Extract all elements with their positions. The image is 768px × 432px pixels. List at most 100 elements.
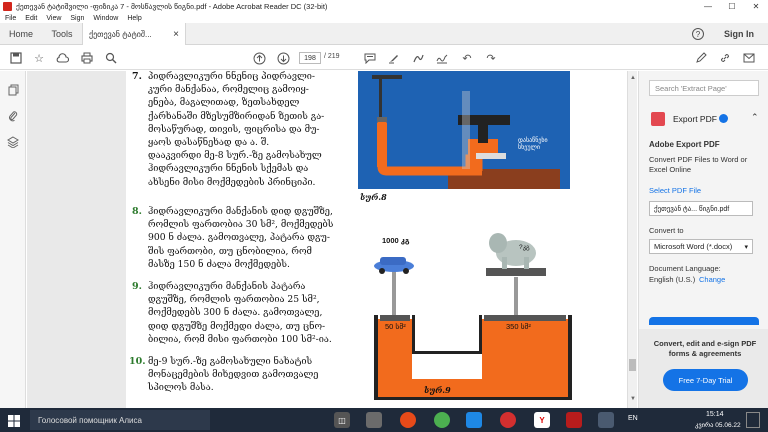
item-9-text: ჰიდრავლიკური მანქანის პატარა დგუშზე, რომ… xyxy=(148,280,332,346)
close-tab-icon[interactable]: × xyxy=(173,29,179,40)
window-title: ქეთევან ტატიშვილი -ფიზიკა 7 - მოსწავლის … xyxy=(16,2,328,11)
minimize-button[interactable]: — xyxy=(696,0,720,13)
figure-9-small-area: 50 სმ² xyxy=(385,322,406,331)
undo-icon[interactable]: ↶ xyxy=(460,51,474,65)
text-line: შის ფართობი, თუ ცნობილია, რომ xyxy=(148,245,312,257)
text-line: პიდრავლიკური ნნენიც პიდრავლი- xyxy=(148,71,315,82)
text-line: მოქმედებს 300 ნ ძალა. გამოთვალე, xyxy=(148,307,323,319)
menu-help[interactable]: Help xyxy=(127,15,141,22)
tab-tools[interactable]: Tools xyxy=(42,23,82,45)
menu-view[interactable]: View xyxy=(46,15,61,22)
page-number-input[interactable]: 198 xyxy=(299,52,321,64)
telegram-icon[interactable] xyxy=(466,412,482,428)
save-icon[interactable] xyxy=(9,51,23,65)
upload-cloud-icon[interactable] xyxy=(55,51,69,65)
text-line: 900 ნ ძალა. გამოთვალე, პატარა დგუ- xyxy=(148,232,330,244)
print-icon[interactable] xyxy=(80,51,94,65)
figure-9-car-mass: 1000 კგ xyxy=(382,236,410,245)
free-trial-button[interactable]: Free 7-Day Trial xyxy=(663,369,748,391)
next-page-icon[interactable] xyxy=(276,51,290,65)
windows-taskbar: Голосовой помощник Алиса ◫ Y EN 15:14 კვ… xyxy=(0,408,768,432)
clock-time[interactable]: 15:14 xyxy=(706,411,724,418)
figure-8-caption: სურ.8 xyxy=(360,192,387,202)
app-icon-misc[interactable] xyxy=(598,412,614,428)
export-pdf-header[interactable]: Export PDF xyxy=(673,114,717,124)
clock-date[interactable]: კვირა 05.06.22 xyxy=(695,421,741,429)
opera-icon[interactable] xyxy=(500,412,516,428)
page-thumbnails-icon[interactable] xyxy=(6,83,20,97)
close-window-button[interactable]: ✕ xyxy=(744,0,768,13)
maximize-button[interactable]: ☐ xyxy=(720,0,744,13)
help-icon[interactable]: ? xyxy=(688,23,708,45)
scrollbar-thumb[interactable] xyxy=(629,359,636,371)
figure-8-label: დასაწნეხი სხეული xyxy=(518,138,548,151)
scroll-up-arrow-icon[interactable]: ▲ xyxy=(630,75,636,81)
info-icon[interactable] xyxy=(719,114,728,123)
windows-start-icon[interactable] xyxy=(8,414,20,427)
promo-text: Convert, edit and e-sign PDF forms & agr… xyxy=(653,339,757,358)
select-pdf-file-label: Select PDF File xyxy=(649,186,702,195)
convert-description: Convert PDF Files to Word or Excel Onlin… xyxy=(649,155,748,174)
title-bar: ქეთევან ტატიშვილი -ფიზიკა 7 - მოსწავლის … xyxy=(0,0,768,13)
yandex-browser-icon[interactable]: Y xyxy=(534,412,550,428)
comment-icon[interactable] xyxy=(363,51,377,65)
text-line: ახსენი მისი მოქმედების პრინციპი. xyxy=(148,176,316,188)
tab-home[interactable]: Home xyxy=(0,23,42,45)
convert-to-label: Convert to xyxy=(649,226,684,235)
file-explorer-icon[interactable] xyxy=(366,412,382,428)
mail-icon[interactable] xyxy=(742,51,756,65)
app-icon-green[interactable] xyxy=(434,412,450,428)
tab-bar: Home Tools ქეთევან ტატიშ... × ? Sign In xyxy=(0,23,768,45)
item-7-text: პიდრავლიკური ნნენიც პიდრავლი- კური მანქა… xyxy=(148,71,324,189)
sign-in-button[interactable]: Sign In xyxy=(714,23,764,45)
item-10-text: მე-9 სურ.-ზე გამოსახული ნახატის მონაცემე… xyxy=(148,355,318,395)
highlight-pen-icon[interactable] xyxy=(387,51,401,65)
selected-file-field[interactable]: ქეთევან ტა... წიგნი.pdf xyxy=(649,201,753,216)
figure-9-large-area: 350 სმ² xyxy=(506,322,531,331)
menu-file[interactable]: File xyxy=(5,15,16,22)
layers-icon[interactable] xyxy=(6,135,20,149)
convert-button-edge[interactable] xyxy=(649,317,759,325)
text-line: დააკვირდი მე-8 სურ.-ზე გამოსახულ xyxy=(148,150,322,162)
acrobat-taskbar-icon[interactable] xyxy=(566,412,582,428)
dropdown-chevron-icon: ▾ xyxy=(744,243,748,251)
text-line: მე-9 სურ.-ზე გამოსახული ნახატის xyxy=(148,356,313,367)
text-line: ყაოს დასაწნეხად და ა. შ. xyxy=(148,137,270,149)
redo-icon[interactable]: ↷ xyxy=(484,51,498,65)
text-line: სპილოს მასა. xyxy=(148,382,214,394)
item-10-number: 10. xyxy=(129,356,146,367)
change-language-link[interactable]: Change xyxy=(699,275,725,284)
prev-page-icon[interactable] xyxy=(252,51,266,65)
document-language-label: Document Language: xyxy=(649,264,721,273)
item-8-number: 8. xyxy=(132,206,142,217)
menu-sign[interactable]: Sign xyxy=(70,15,84,22)
notifications-icon[interactable] xyxy=(746,412,760,428)
document-scrollbar[interactable]: ▲ ▼ xyxy=(627,71,637,408)
taskbar-search-box[interactable]: Голосовой помощник Алиса xyxy=(30,410,210,430)
toolbar: ☆ 198 / 219 ↶ ↷ xyxy=(0,45,768,70)
task-view-icon[interactable]: ◫ xyxy=(334,412,350,428)
format-dropdown[interactable]: Microsoft Word (*.docx) ▾ xyxy=(649,239,753,254)
chrome-icon[interactable] xyxy=(400,412,416,428)
item-7-number: 7. xyxy=(132,71,142,82)
zoom-search-icon[interactable] xyxy=(104,51,118,65)
pen-share-icon[interactable] xyxy=(694,51,708,65)
link-icon[interactable] xyxy=(718,51,732,65)
tools-search-input[interactable]: Search 'Extract Page' xyxy=(649,80,759,96)
menu-window[interactable]: Window xyxy=(93,15,118,22)
text-line: მასზე 150 ნ ძალა მოქმედებს. xyxy=(148,258,290,270)
text-line: ჰიდრავლიკური ნნენის სქემას და xyxy=(148,163,309,175)
language-indicator[interactable]: EN xyxy=(628,415,638,422)
text-line: რომლის ფართობია 30 სმ², მოქმედებს xyxy=(148,219,334,231)
bookmark-star-icon[interactable]: ☆ xyxy=(32,51,46,65)
document-view[interactable]: 7. პიდრავლიკური ნნენიც პიდრავლი- კური მა… xyxy=(27,71,625,408)
sign-icon[interactable] xyxy=(435,51,449,65)
attachments-paperclip-icon[interactable] xyxy=(6,109,20,123)
draw-icon[interactable] xyxy=(411,51,425,65)
tab-document[interactable]: ქეთევან ტატიშ... × xyxy=(82,23,186,45)
scroll-down-arrow-icon[interactable]: ▼ xyxy=(630,396,636,402)
format-selected-value: Microsoft Word (*.docx) xyxy=(654,242,733,251)
menu-edit[interactable]: Edit xyxy=(25,15,37,22)
collapse-chevron-icon[interactable]: ⌃ xyxy=(751,112,759,123)
text-line: კური მანქანაა, რომელიც გამოიყ- xyxy=(148,84,309,96)
